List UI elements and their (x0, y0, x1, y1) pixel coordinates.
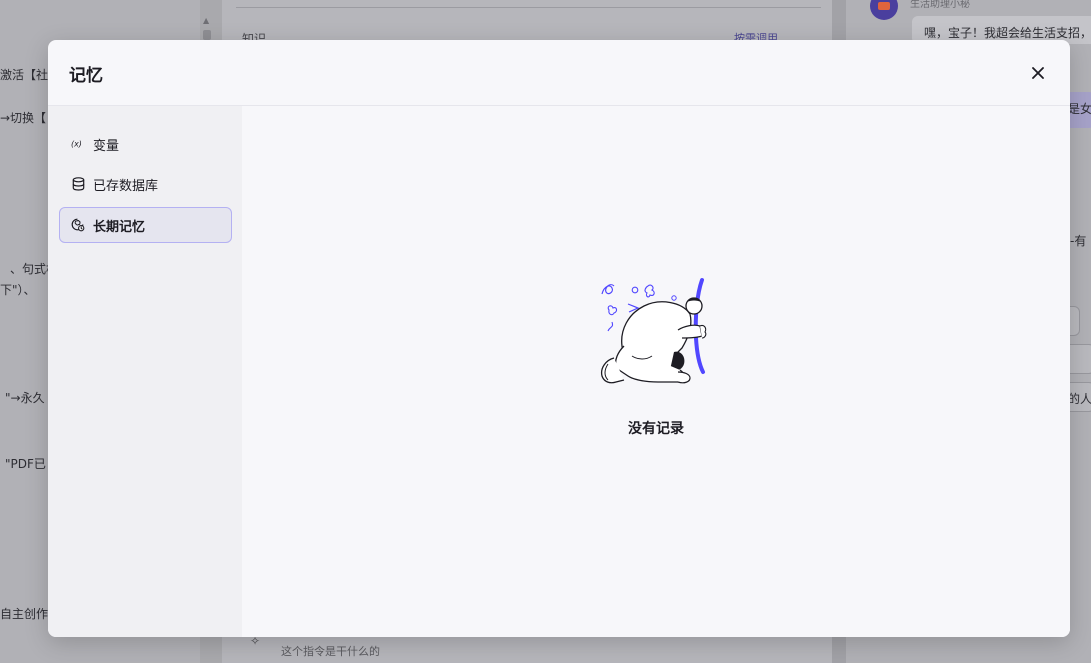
kneeling-person-empty-illustration (600, 278, 707, 384)
background-text: 自主创作 (0, 607, 49, 621)
chat-greeting: 嘿，宝子！我超会给生活支招， (924, 26, 1091, 40)
background-text: 下"）、 (0, 283, 36, 297)
nav-item-variables[interactable]: (x) 变量 (59, 126, 232, 162)
memory-modal: 记忆 (x) 变量 已存数据库 长期记忆 没有记录 (48, 40, 1070, 637)
modal-title: 记忆 (69, 66, 103, 86)
background-text: "PDF已 (5, 457, 46, 471)
variable-icon: (x) (71, 137, 85, 151)
scroll-up-icon[interactable]: ▲ (203, 16, 209, 25)
bot-name: 生活助理小秘 (910, 0, 970, 10)
divider (236, 7, 821, 8)
nav-label: 变量 (93, 138, 120, 154)
nav-label: 长期记忆 (93, 219, 146, 235)
background-hint: 这个指令是干什么的 (281, 645, 380, 658)
memory-content: 没有记录 (242, 106, 1070, 637)
close-button[interactable] (1026, 61, 1050, 85)
empty-state-text: 没有记录 (628, 421, 684, 437)
background-text: 的人 (1068, 392, 1091, 406)
nav-item-saved-database[interactable]: 已存数据库 (59, 166, 232, 202)
scroll-thumb[interactable] (203, 30, 211, 40)
background-text: "→永久 (5, 391, 45, 405)
nav-item-long-term-memory[interactable]: 长期记忆 (59, 207, 232, 243)
memory-sidebar: (x) 变量 已存数据库 长期记忆 (48, 106, 242, 637)
modal-header: 记忆 (48, 40, 1070, 106)
svg-text:(x): (x) (71, 140, 82, 149)
database-icon (71, 177, 85, 191)
close-icon[interactable] (1032, 67, 1044, 79)
background-text: →切换【 (0, 111, 47, 125)
nav-label: 已存数据库 (93, 178, 159, 194)
background-text: -有 (1070, 234, 1087, 248)
long-term-memory-icon (71, 218, 85, 232)
background-text: 是女 (1068, 102, 1091, 116)
